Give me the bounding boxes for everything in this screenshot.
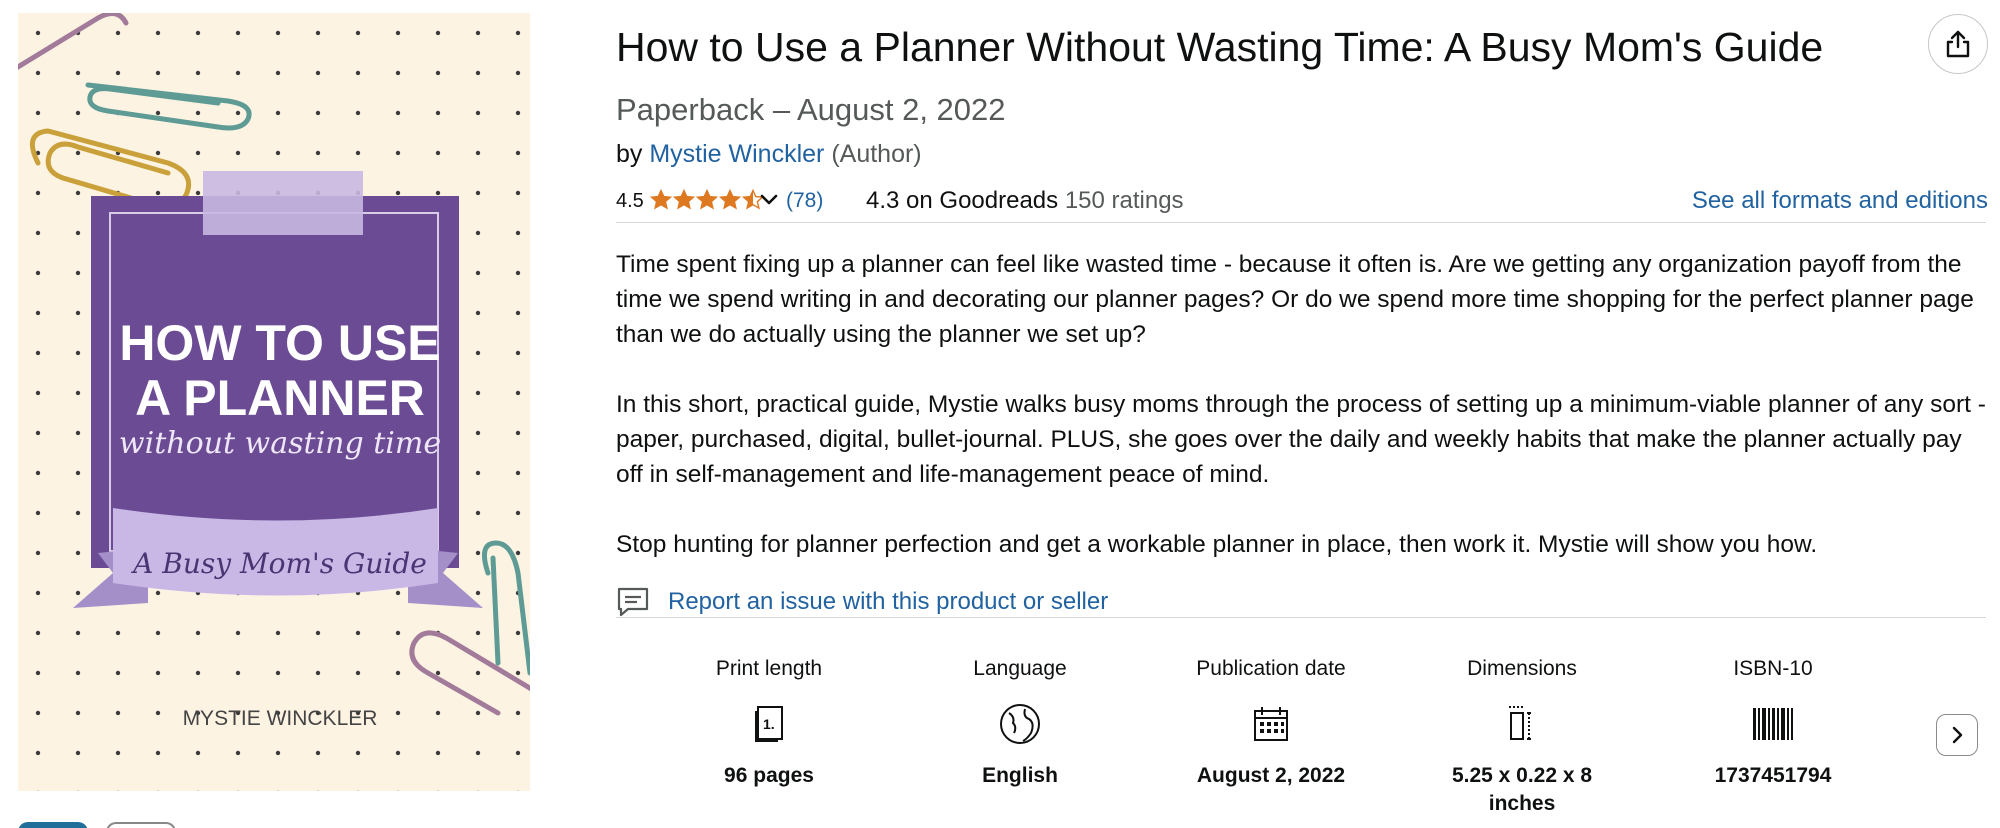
product-description: Time spent fixing up a planner can feel … xyxy=(616,247,1986,597)
thumbnail-1[interactable] xyxy=(18,822,88,828)
detail-label: Language xyxy=(973,657,1067,680)
rating-row: 4.5 (78) 4.3 on Goodreads 150 ratings Se… xyxy=(616,186,1988,220)
cover-author: MYSTIE WINCKLER xyxy=(183,707,378,730)
share-icon xyxy=(1946,30,1970,58)
by-prefix: by xyxy=(616,140,643,168)
star-icon xyxy=(696,189,718,210)
goodreads-rating: 4.3 on Goodreads 150 ratings xyxy=(866,186,1184,216)
chevron-down-icon[interactable] xyxy=(758,189,780,219)
rating-average: 4.5 xyxy=(616,190,644,212)
divider xyxy=(616,222,1986,223)
cover-ribbon-text: A Busy Mom's Guide xyxy=(130,547,427,580)
detail-value: 5.25 x 0.22 x 8 inches xyxy=(1451,764,1593,815)
carousel-next-button[interactable] xyxy=(1936,714,1978,756)
detail-dimensions: Dimensions 5.25 x 0.22 x 8 inches xyxy=(1422,654,1622,818)
see-all-formats-link[interactable]: See all formats and editions xyxy=(1692,186,1988,216)
report-issue-link[interactable]: Report an issue with this product or sel… xyxy=(668,588,1108,616)
detail-value: 96 pages xyxy=(724,764,814,787)
format-date: Paperback – August 2, 2022 xyxy=(616,92,1006,127)
report-issue-row[interactable]: Report an issue with this product or sel… xyxy=(616,584,1108,620)
star-icon xyxy=(673,189,695,210)
detail-value: English xyxy=(982,764,1058,787)
detail-value: August 2, 2022 xyxy=(1196,764,1346,787)
detail-language: Language English xyxy=(920,654,1120,790)
barcode-icon xyxy=(1673,698,1873,750)
book-page-icon: 1. xyxy=(669,698,869,750)
detail-label: Dimensions xyxy=(1467,657,1577,680)
star-icon xyxy=(719,189,741,210)
book-details-carousel: Print length 1. 96 pages Language Englis… xyxy=(616,654,1986,828)
author-link[interactable]: Mystie Winckler xyxy=(649,140,824,168)
detail-print-length: Print length 1. 96 pages xyxy=(669,654,869,790)
star-icon xyxy=(650,189,672,210)
byline: by Mystie Winckler (Author) xyxy=(616,140,922,169)
divider xyxy=(616,617,1986,618)
description-paragraph: Stop hunting for planner perfection and … xyxy=(616,531,1818,558)
book-cover-image[interactable]: HOW TO USE A PLANNER without wasting tim… xyxy=(18,13,530,791)
star-rating[interactable] xyxy=(650,189,764,211)
detail-publication-date: Publication date August 2, 2022 xyxy=(1171,654,1371,790)
feedback-icon xyxy=(617,587,649,617)
author-role: (Author) xyxy=(831,140,922,168)
globe-icon xyxy=(920,698,1120,750)
product-title: How to Use a Planner Without Wasting Tim… xyxy=(616,24,1824,70)
share-button[interactable] xyxy=(1928,14,1988,74)
description-paragraph: In this short, practical guide, Mystie w… xyxy=(616,391,1986,488)
calendar-icon xyxy=(1171,698,1371,750)
detail-label: Print length xyxy=(715,657,823,680)
image-thumbnails xyxy=(18,822,198,828)
cover-title-line2: A PLANNER xyxy=(135,370,425,426)
detail-label: ISBN-10 xyxy=(1733,657,1813,680)
chevron-right-icon xyxy=(1952,726,1963,744)
cover-title-line1: HOW TO USE xyxy=(119,315,440,371)
cover-script-line: without wasting time xyxy=(119,426,441,461)
thumbnail-2[interactable] xyxy=(106,822,176,828)
description-paragraph: Time spent fixing up a planner can feel … xyxy=(616,251,1974,348)
goodreads-count: 150 ratings xyxy=(1064,187,1184,214)
dimensions-icon xyxy=(1422,698,1622,750)
detail-label: Publication date xyxy=(1196,657,1346,680)
detail-value: 1737451794 xyxy=(1714,764,1832,787)
detail-isbn-10: ISBN-10 1737451794 xyxy=(1673,654,1873,790)
goodreads-score: 4.3 on Goodreads xyxy=(866,187,1059,214)
rating-count-link[interactable]: (78) xyxy=(786,186,823,216)
svg-text:1.: 1. xyxy=(763,716,775,732)
